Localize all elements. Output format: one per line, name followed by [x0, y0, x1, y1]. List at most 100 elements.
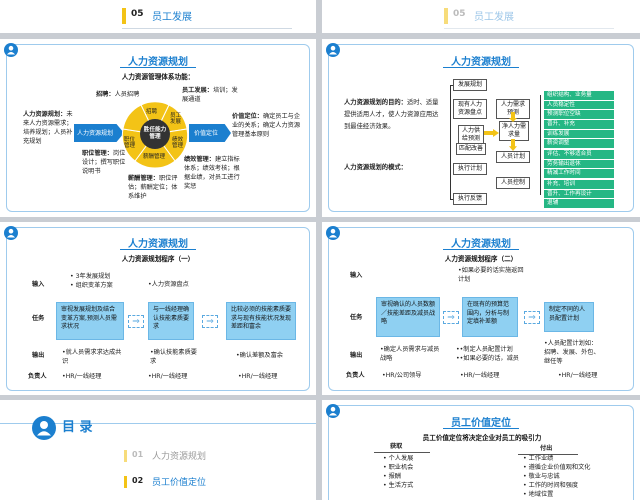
- toc-item-1[interactable]: 01 人力资源规划: [124, 448, 304, 464]
- recruit-text: 招聘：人员招聘: [96, 91, 140, 98]
- title-underline: [443, 249, 519, 250]
- node-feedback: 执行反馈: [453, 193, 487, 205]
- row-label-task: 任务: [32, 315, 45, 322]
- title-underline: [120, 67, 196, 68]
- slide-subtitle: 员工价值定位将决定企业对员工的吸引力: [422, 434, 542, 442]
- owner-3: •HR/一线经理: [238, 373, 278, 380]
- input-list-1: • 3年发展规划 • 组织变革方案: [70, 273, 113, 289]
- get-list: • 个人发展 • 职业机会 • 报酬 • 生活方式: [383, 455, 414, 489]
- green-list-4: 补充、培训 晋升、工作再设计 退辅: [544, 180, 614, 209]
- connector: [450, 85, 451, 199]
- slide-subtitle: 人力资源规划程序（二）: [444, 255, 518, 263]
- slide-subtitle: 人力资源规划程序（一）: [121, 255, 195, 263]
- slide-title: 人力资源规划: [128, 239, 188, 250]
- flow-arrow: ⇒: [128, 315, 144, 328]
- slide-hr-procedure-2[interactable]: 人力资源规划 人力资源规划程序（二） 输入 任务 输出 负责人 •如果必要的话实…: [322, 222, 640, 395]
- task-box-2: 与一线经理确认技能素质要求: [148, 302, 194, 340]
- input-2: •人力资源盘点: [148, 281, 189, 288]
- column-divider: [374, 452, 430, 453]
- value-text: 价值定位：确定员工与企业的关系；确定人力资源管理基本原则: [232, 113, 301, 138]
- give-list: • 工作业绩 • 遵循企业价值观和文化 • 敬业与忠诚 • 工作的时间和强度 •…: [523, 455, 591, 498]
- title-underline: [443, 428, 519, 429]
- input-2: •如果必要的话实施返回计划: [458, 267, 524, 283]
- user-icon: [326, 404, 340, 418]
- petal-label-perf: 绩效管理: [172, 137, 184, 150]
- divider: [444, 28, 614, 29]
- owner-3: •HR/一线经理: [558, 372, 598, 379]
- node-existing: 现有人力资源盘点: [453, 99, 487, 119]
- develop-text: 员工发展：培训；发展通道: [182, 87, 238, 103]
- column-head-give: 付出: [540, 445, 553, 452]
- section-number: 05: [453, 9, 466, 19]
- node-check: 人员控制: [496, 177, 530, 189]
- petal-label-pay: 薪酬管理: [143, 154, 166, 160]
- green-list-3: 评估、不够适合员 劳务输出退休 精减工作时间: [544, 150, 614, 179]
- output-2: •确认技能素质要求: [150, 349, 197, 365]
- slide-hr-model[interactable]: 人力资源规划 人力资源规划的目的：适时、适量提供适用人才，使人力资源应用达到最佳…: [322, 39, 640, 217]
- purpose-text: 人力资源规划的目的：适时、适量提供适用人才，使人力资源应用达到最佳经济效果。: [344, 99, 439, 130]
- petal-label-recruit: 招聘: [146, 109, 158, 115]
- node-match: 匹配改善: [456, 143, 486, 155]
- node-net-demand: 净人力需求量: [499, 121, 529, 141]
- toc-num: 01: [132, 450, 144, 459]
- value-position-label: 价值定位: [194, 130, 219, 137]
- slide-subtitle: 人力资源管理体系功能：: [121, 73, 195, 81]
- mode-heading: 人力资源规划的模式：: [344, 164, 407, 171]
- connector: [540, 95, 541, 195]
- row-label-task: 任务: [350, 314, 363, 321]
- task-box-3: 比较必须的技能素质要求与现有技能状况发现差距和富余: [226, 302, 296, 340]
- title-underline: [120, 249, 196, 250]
- connector: [450, 85, 453, 86]
- output-3: •人员配置计划如：招聘、发展、外包、继任等: [544, 340, 600, 365]
- column-head-get: 获取: [390, 443, 403, 450]
- task-box-1: 审视发展规划及结合变革方案,预测人员需求状况: [56, 302, 124, 340]
- task-box-3: 制定不同的人员配置计划: [544, 302, 594, 332]
- user-icon: [37, 421, 51, 436]
- user-icon: [4, 43, 18, 57]
- row-label-owner: 负责人: [346, 372, 365, 379]
- output-1: •确定人员需求与减员战略: [380, 346, 440, 362]
- slide-strip-left[interactable]: 05 员工发展: [0, 0, 316, 33]
- user-icon: [4, 226, 18, 240]
- toc-heading: 目 录: [62, 420, 93, 435]
- avatar: [32, 416, 56, 440]
- node-execute: 执行计划: [453, 163, 487, 175]
- petal-label-position: 职位管理: [124, 137, 136, 150]
- output-3: •确认差额及富余: [236, 352, 283, 359]
- user-icon: [326, 226, 340, 240]
- flow-arrow: ⇒: [524, 311, 540, 324]
- row-label-input: 输入: [32, 281, 45, 288]
- task-box-2: 在既有的预算范围内，分析与制定填补差额: [462, 297, 518, 337]
- toc-num: 02: [132, 476, 144, 485]
- section-number: 05: [131, 9, 144, 19]
- toc-item-2[interactable]: 02 员工价值定位: [124, 474, 304, 490]
- section-marker: [122, 8, 126, 24]
- flow-arrow: ⇒: [443, 311, 459, 324]
- toc-marker: [124, 476, 127, 488]
- petal-label-develop: 员工发展: [170, 113, 182, 126]
- owner-2: •HR/一线经理: [148, 373, 188, 380]
- row-label-owner: 负责人: [28, 373, 47, 380]
- slide-strip-right[interactable]: 05 员工发展: [322, 0, 640, 33]
- slide-title: 人力资源规划: [128, 57, 188, 68]
- owner-2: •HR/一线经理: [460, 372, 500, 379]
- task-box-1: 审视确认的人员数额／技能差距及减员战略: [376, 297, 440, 337]
- slide-title: 人力资源规划: [451, 239, 511, 250]
- connector: [450, 199, 453, 200]
- slide-hr-procedure-1[interactable]: 人力资源规划 人力资源规划程序（一） 输入 任务 输出 负责人 • 3年发展规划…: [0, 222, 316, 395]
- slide-hr-function[interactable]: 人力资源规划 人力资源管理体系功能： 人力资源规划 价值定位 胜任能力管理 招聘…: [0, 39, 316, 217]
- flow-arrow: ⇒: [202, 315, 218, 328]
- row-label-input: 输入: [350, 272, 363, 279]
- position-text: 职位管理：岗位设计；撰写职位说明书: [82, 150, 126, 175]
- node-develop-plan: 发展规划: [453, 79, 487, 91]
- slide-toc[interactable]: 目 录 01 人力资源规划 02 员工价值定位: [0, 400, 316, 500]
- title-underline: [443, 67, 519, 68]
- row-label-output: 输出: [32, 352, 45, 359]
- slide-value-position[interactable]: 员工价值定位 员工价值定位将决定企业对员工的吸引力 获取 付出 • 个人发展 •…: [322, 400, 640, 500]
- owner-1: •HR/一线经理: [62, 373, 102, 380]
- slide-title: 人力资源规划: [451, 57, 511, 68]
- hr-planning-label: 人力资源规划: [77, 130, 114, 137]
- section-title: 员工发展: [152, 12, 192, 23]
- center-label: 胜任能力管理: [143, 127, 167, 140]
- hr-text: 人力资源规划：未来人力资源需求；培养规划；人员补充规划: [23, 111, 73, 145]
